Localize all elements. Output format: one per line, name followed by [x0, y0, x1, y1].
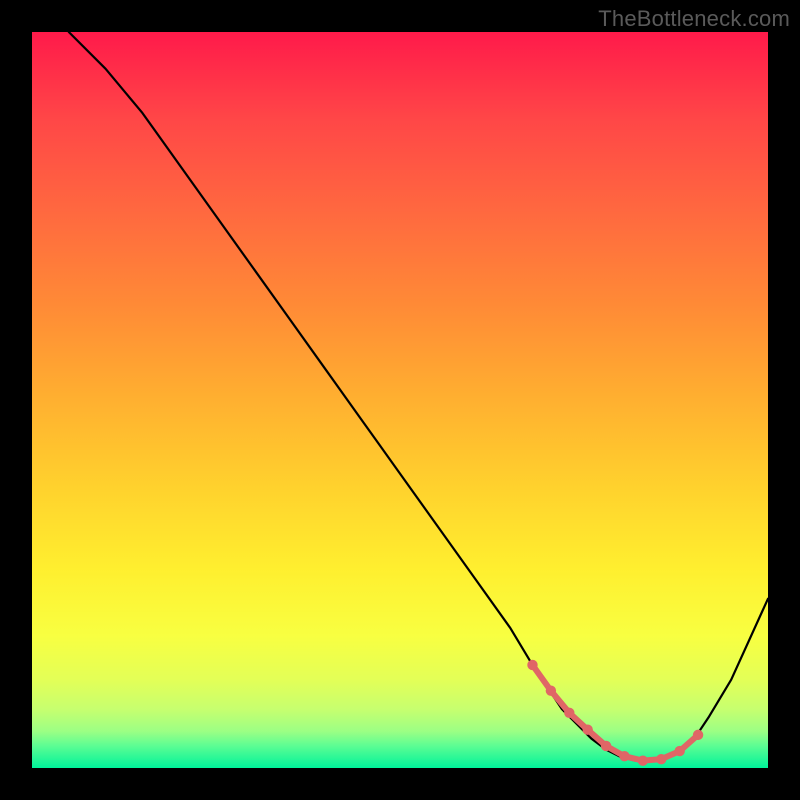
optimal-dot	[527, 660, 537, 670]
plot-area	[32, 32, 768, 768]
optimal-dot	[693, 730, 703, 740]
optimal-dot	[656, 754, 666, 764]
optimal-dot	[619, 751, 629, 761]
optimal-region	[527, 660, 703, 766]
optimal-dot	[601, 741, 611, 751]
optimal-dot	[564, 708, 574, 718]
watermark-text: TheBottleneck.com	[598, 6, 790, 32]
bottleneck-curve	[69, 32, 768, 761]
optimal-dot	[582, 725, 592, 735]
chart-svg	[32, 32, 768, 768]
optimal-dot	[674, 746, 684, 756]
optimal-dot	[546, 686, 556, 696]
chart-stage: TheBottleneck.com	[0, 0, 800, 800]
optimal-dot	[638, 755, 648, 765]
